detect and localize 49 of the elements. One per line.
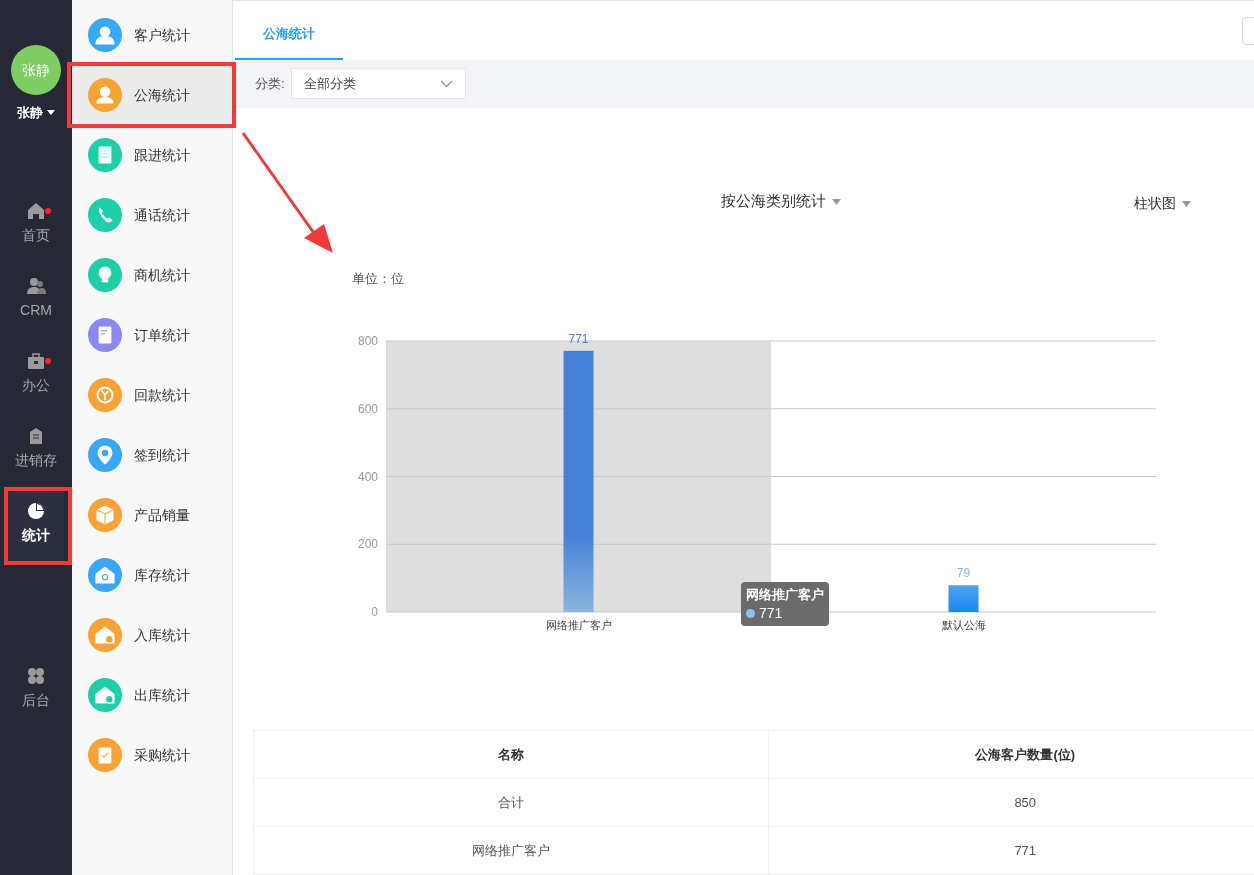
table-cell: 合计 — [253, 778, 768, 827]
user-menu[interactable]: 张静 — [17, 103, 55, 123]
category-dropdown[interactable]: 全部分类 — [290, 68, 466, 100]
axis-label: 0 — [371, 605, 378, 620]
axis-label: 默认公海 — [941, 619, 986, 632]
submenu-item[interactable]: 客户统计 — [72, 5, 232, 65]
axis-label: 600 — [357, 402, 378, 417]
submenu-item[interactable]: 商机统计 — [72, 245, 232, 305]
submenu-item[interactable]: 库存统计 — [72, 545, 232, 605]
submenu-item[interactable]: 入库统计 — [72, 605, 232, 665]
submenu-item[interactable]: 订单统计 — [72, 305, 232, 365]
nav-item[interactable]: 统计 — [8, 485, 64, 561]
value-label: 79 — [956, 566, 971, 581]
chart-title-dropdown[interactable]: 按公海类别统计 — [721, 190, 841, 213]
table-cell: 网络推广客户 — [253, 826, 768, 875]
axis-label: 800 — [357, 334, 378, 349]
submenu-item[interactable]: 产品销量 — [72, 485, 232, 545]
column-header: 公海客户数量(位) — [768, 730, 1254, 779]
nav-item[interactable]: 办公 — [8, 335, 64, 411]
nav-item[interactable]: 后台 — [8, 650, 64, 726]
caret-icon — [832, 198, 841, 205]
people-icon — [26, 275, 46, 296]
axis-label: 200 — [357, 537, 378, 552]
submenu-item[interactable]: 公海统计 — [72, 65, 232, 125]
submenu-item[interactable]: 跟进统计 — [72, 125, 232, 185]
submenu-item[interactable]: 通话统计 — [72, 185, 232, 245]
chart-tooltip: 网络推广客户 771 — [741, 582, 829, 627]
grid-icon — [26, 665, 46, 686]
unit-label: 单位：位 — [352, 270, 404, 289]
filter-label: 分类: — [255, 75, 285, 94]
submenu-item[interactable]: 出库统计 — [72, 665, 232, 725]
axis-label: 400 — [357, 469, 378, 484]
value-label: 771 — [568, 332, 589, 347]
submenu-item[interactable]: 回款统计 — [72, 365, 232, 425]
pie-chart-icon — [26, 500, 46, 521]
axis-label: 网络推广客户 — [545, 619, 612, 632]
caret-icon — [47, 110, 55, 116]
nav-item[interactable]: 进销存 — [8, 410, 64, 486]
bar — [948, 585, 979, 613]
caret-icon — [1182, 200, 1191, 207]
column-header: 名称 — [253, 730, 768, 779]
nav-item[interactable]: CRM — [8, 260, 64, 336]
home-icon — [26, 200, 46, 221]
nav-item[interactable]: 首页 — [8, 185, 64, 261]
chevron-down-icon — [439, 79, 453, 88]
toolbox-icon — [26, 350, 46, 371]
submenu-item[interactable]: 采购统计 — [72, 725, 232, 785]
chart-type-dropdown[interactable]: 柱状图 — [1134, 193, 1191, 215]
submenu-item[interactable]: 签到统计 — [72, 425, 232, 485]
